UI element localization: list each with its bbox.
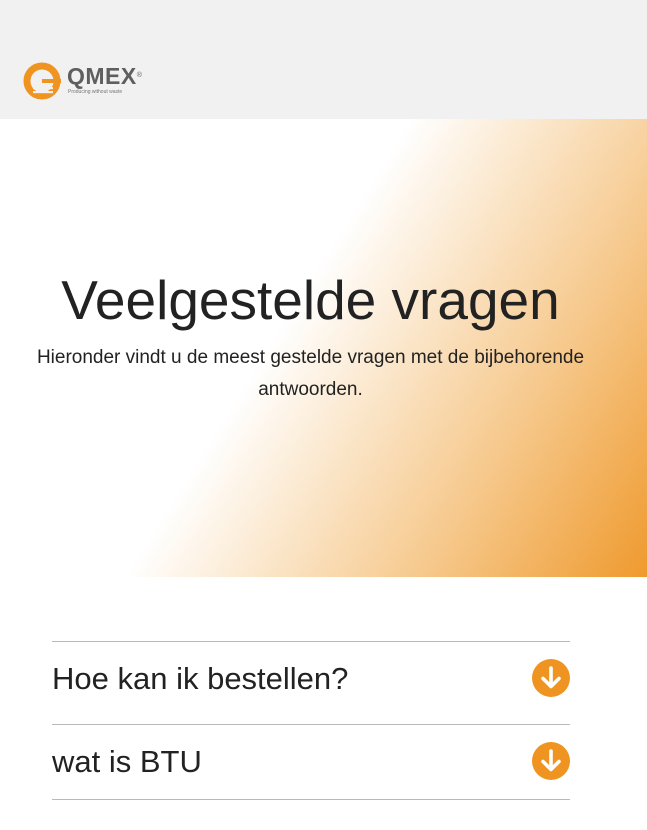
faq-question: wat is BTU <box>52 744 202 779</box>
hero-banner: Veelgestelde vragen Hieronder vindt u de… <box>0 119 647 577</box>
page-title: Veelgestelde vragen <box>61 269 560 331</box>
qmex-logo[interactable]: QMEX® Producing without waste <box>23 62 153 100</box>
arrow-down-circle-icon[interactable] <box>532 659 570 697</box>
logo-wordmark: QMEX® <box>67 63 143 89</box>
site-header: QMEX® Producing without waste <box>0 0 647 119</box>
faq-item[interactable]: wat is BTU <box>52 724 570 800</box>
registered-mark: ® <box>136 72 143 79</box>
logo-tagline: Producing without waste <box>68 89 123 95</box>
faq-item[interactable]: Hoe kan ik bestellen? <box>52 641 570 724</box>
page-subtitle: Hieronder vindt u de meest gestelde vrag… <box>36 347 585 400</box>
faq-question: Hoe kan ik bestellen? <box>52 661 349 696</box>
qmex-logo-mark-icon <box>23 62 61 100</box>
arrow-down-circle-icon[interactable] <box>532 742 570 780</box>
faq-list: Hoe kan ik bestellen? wat is BTU <box>52 641 570 800</box>
